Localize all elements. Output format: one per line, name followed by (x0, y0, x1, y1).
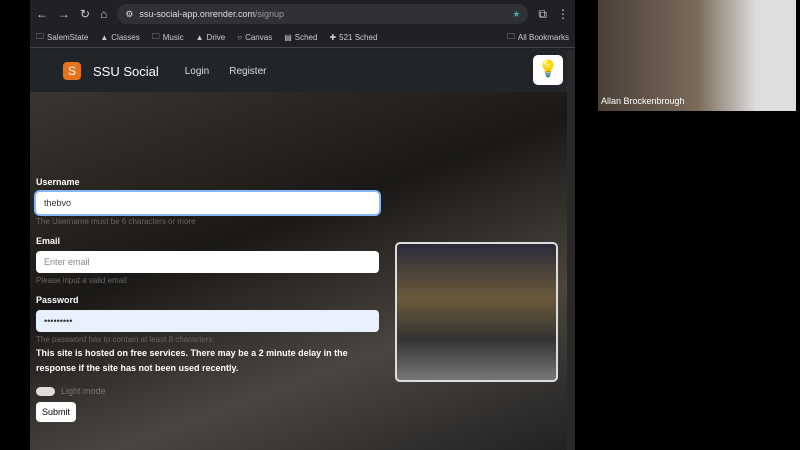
reload-icon[interactable]: ↻ (80, 7, 90, 21)
url-host: ssu-social-app.onrender.com (139, 9, 255, 19)
bookmark-drive[interactable]: ▲ Drive (196, 33, 226, 42)
bookmark-salemstate[interactable]: 🗀 SalemState (36, 31, 88, 45)
address-bar[interactable]: ⚙ ssu-social-app.onrender.com/signup ★ (117, 4, 529, 24)
register-link[interactable]: Register (229, 66, 266, 77)
password-input[interactable]: ••••••••• (36, 310, 379, 332)
username-help: The Username must be 6 characters or mor… (36, 217, 196, 226)
brand[interactable]: SSU Social (93, 64, 159, 79)
bookmark-star-icon[interactable]: ★ (512, 9, 520, 20)
light-mode-toggle[interactable] (36, 386, 55, 396)
username-label: Username (36, 177, 80, 187)
site-info-icon[interactable]: ⚙ (125, 9, 133, 20)
ssu-logo-icon: S (63, 62, 81, 80)
menu-icon[interactable]: ⋮ (557, 7, 569, 21)
bookmark-canvas[interactable]: ○ Canvas (237, 33, 272, 42)
bookmark-sched[interactable]: ▤ Sched (284, 33, 317, 42)
bookmark-music[interactable]: 🗀 Music (152, 31, 184, 45)
all-bookmarks[interactable]: 🗀 All Bookmarks (507, 31, 569, 45)
hosting-notice: This site is hosted on free services. Th… (36, 348, 348, 373)
browser-toolbar: ← → ↻ ⌂ ⚙ ssu-social-app.onrender.com/si… (30, 0, 575, 28)
login-link[interactable]: Login (185, 66, 209, 77)
scrollbar[interactable] (567, 50, 575, 450)
browser-window: ← → ↻ ⌂ ⚙ ssu-social-app.onrender.com/si… (30, 0, 575, 450)
back-icon[interactable]: ← (36, 7, 48, 21)
url-path: /signup (254, 9, 284, 19)
bookmark-521-sched[interactable]: ✚ 521 Sched (329, 33, 377, 42)
signup-form: Username thebvo The Username must be 6 c… (36, 177, 379, 422)
light-mode-label: Light mode (61, 386, 106, 396)
extensions-icon[interactable]: ⧉ (538, 7, 547, 22)
password-label: Password (36, 295, 79, 305)
webcam-video: Allan Brockenbrough (598, 0, 796, 111)
forward-icon[interactable]: → (58, 7, 70, 21)
bookmarks-bar: 🗀 SalemState ▲ Classes 🗀 Music ▲ Drive ○… (30, 28, 575, 48)
password-help: The password has to contain at least 8 c… (36, 335, 215, 344)
signup-page: Username thebvo The Username must be 6 c… (30, 92, 567, 450)
submit-button[interactable]: Submit (36, 402, 77, 422)
email-input[interactable]: Enter email (36, 251, 379, 273)
username-input[interactable]: thebvo (36, 192, 379, 214)
campus-photo (395, 242, 558, 382)
home-icon[interactable]: ⌂ (100, 7, 107, 21)
bookmark-classes[interactable]: ▲ Classes (100, 33, 139, 42)
email-label: Email (36, 236, 61, 246)
lightbulb-icon[interactable]: 💡 (533, 55, 563, 85)
site-navbar: S SSU Social Login Register 💡 (30, 50, 567, 92)
email-help: Please input a valid email (36, 276, 127, 285)
participant-name: Allan Brockenbrough (601, 96, 685, 106)
